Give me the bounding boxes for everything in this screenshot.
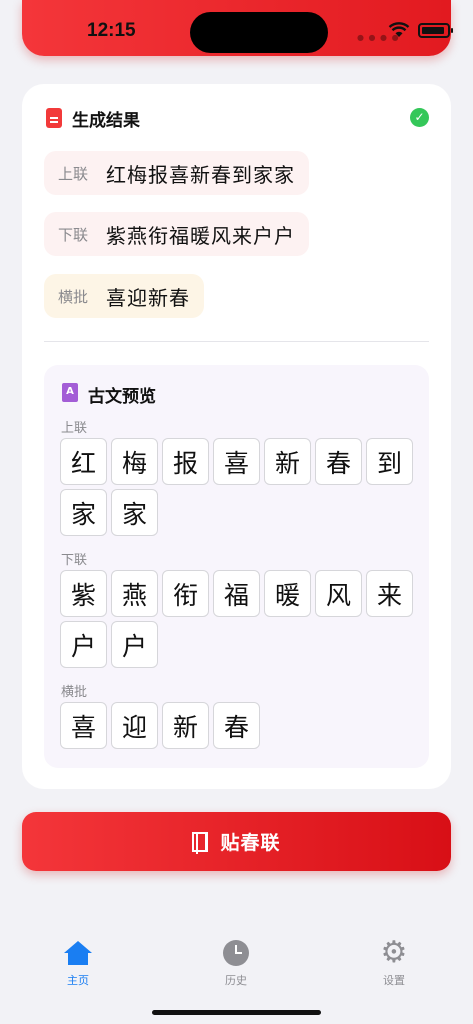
ancient-script-preview: A 古文预览 上联 红 梅 报 喜 新 春 到 家 家 下联 紫 燕 衔 福 暖…: [44, 365, 429, 768]
glyph-tile: 喜: [60, 702, 107, 749]
preview-lower-label: 下联: [61, 553, 88, 568]
upper-couplet-label: 上联: [58, 164, 89, 183]
upper-couplet-text: 红梅报喜新春到家家: [106, 162, 295, 187]
tab-settings[interactable]: ⚙ 设置: [364, 938, 424, 988]
lower-couplet-text: 紫燕衔福暖风来户户: [106, 223, 295, 248]
horizontal-scroll-row: 横批 喜迎新春: [44, 274, 204, 318]
glyph-tile: 喜: [213, 438, 260, 485]
tab-home-label: 主页: [67, 974, 89, 987]
glyph-tile: 福: [213, 570, 260, 617]
door-icon: [192, 831, 209, 854]
glyph-tile: 春: [213, 702, 260, 749]
glyph-tile: 梅: [111, 438, 158, 485]
glyph-tile: 燕: [111, 570, 158, 617]
upper-couplet-row: 上联 红梅报喜新春到家家: [44, 151, 309, 195]
glyph-tile: 衔: [162, 570, 209, 617]
glyph-tile: 红: [60, 438, 107, 485]
glyph-tile: 迎: [111, 702, 158, 749]
horizontal-scroll-label: 横批: [58, 287, 89, 306]
home-indicator: [152, 1010, 321, 1015]
book-icon: A: [62, 383, 78, 402]
post-couplet-button[interactable]: 贴春联: [22, 812, 451, 871]
tab-history[interactable]: 历史: [206, 938, 266, 988]
glyph-tile: 春: [315, 438, 362, 485]
clock-icon: [223, 940, 249, 966]
preview-horizontal-glyphs: 喜 迎 新 春: [60, 702, 415, 749]
lower-couplet-row: 下联 紫燕衔福暖风来户户: [44, 212, 309, 256]
preview-upper-label: 上联: [61, 421, 88, 436]
lower-couplet-label: 下联: [58, 225, 89, 244]
preview-upper-glyphs: 红 梅 报 喜 新 春 到 家 家: [60, 438, 415, 536]
gear-icon: ⚙: [380, 935, 408, 970]
glyph-tile: 到: [366, 438, 413, 485]
battery-icon: [418, 23, 453, 38]
glyph-tile: 家: [111, 489, 158, 536]
glyph-tile: 报: [162, 438, 209, 485]
post-button-label: 贴春联: [220, 832, 281, 854]
wifi-icon: [388, 22, 410, 37]
result-card: 生成结果 ✓ 上联 红梅报喜新春到家家 下联 紫燕衔福暖风来户户 横批 喜迎新春…: [22, 84, 451, 789]
glyph-tile: 暖: [264, 570, 311, 617]
home-icon: [64, 941, 92, 965]
glyph-tile: 家: [60, 489, 107, 536]
preview-lower-glyphs: 紫 燕 衔 福 暖 风 来 户 户: [60, 570, 415, 668]
horizontal-scroll-text: 喜迎新春: [106, 285, 190, 310]
result-card-title: 生成结果: [72, 111, 140, 131]
document-icon: [46, 108, 62, 128]
glyph-tile: 新: [162, 702, 209, 749]
preview-horizontal-label: 横批: [61, 685, 88, 700]
glyph-tile: 风: [315, 570, 362, 617]
glyph-tile: 户: [60, 621, 107, 668]
glyph-tile: 户: [111, 621, 158, 668]
glyph-tile: 新: [264, 438, 311, 485]
divider: [44, 341, 429, 342]
tab-settings-label: 设置: [383, 974, 405, 987]
status-time: 12:15: [87, 20, 136, 41]
checkmark-icon: ✓: [410, 108, 429, 127]
top-header-bar: 12:15 ● ● ● ●: [22, 0, 453, 56]
tab-home[interactable]: 主页: [48, 938, 108, 988]
glyph-tile: 来: [366, 570, 413, 617]
dynamic-island: [190, 12, 328, 53]
tab-history-label: 历史: [225, 974, 247, 987]
glyph-tile: 紫: [60, 570, 107, 617]
preview-title: 古文预览: [88, 387, 156, 407]
result-card-header: 生成结果 ✓: [44, 106, 429, 131]
